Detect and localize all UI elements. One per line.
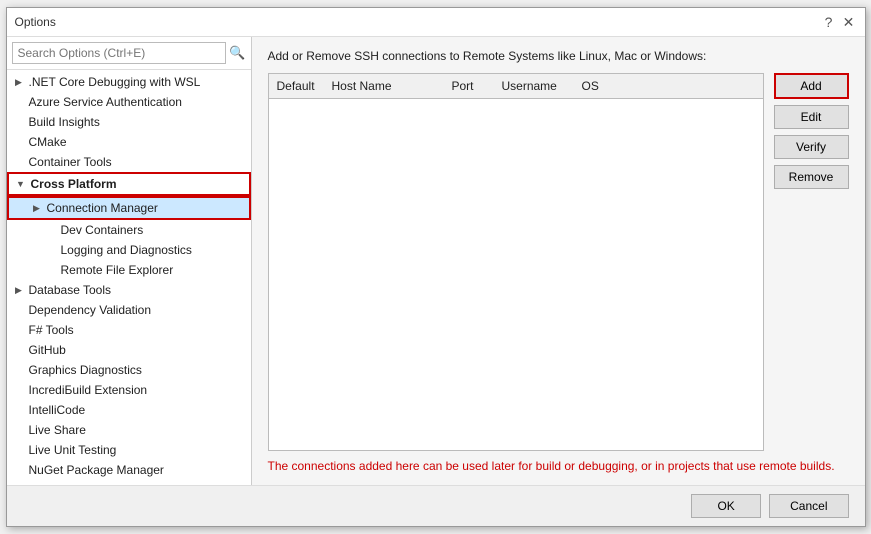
expander-incredibuild: [11, 382, 27, 398]
tree-item-logging-diagnostics[interactable]: Logging and Diagnostics: [7, 240, 251, 260]
tree-label-build-insights: Build Insights: [27, 115, 100, 129]
add-button[interactable]: Add: [774, 73, 849, 99]
connections-table: Default Host Name Port Username OS: [268, 73, 764, 451]
expander-intellicode: [11, 402, 27, 418]
verify-button[interactable]: Verify: [774, 135, 849, 159]
tree-label-cross-platform: Cross Platform: [29, 177, 117, 191]
tree-item-dev-containers[interactable]: Dev Containers: [7, 220, 251, 240]
tree-item-live-share[interactable]: Live Share: [7, 420, 251, 440]
expander-github: [11, 342, 27, 358]
tree-item-container-tools[interactable]: Container Tools: [7, 152, 251, 172]
tree-item-azure-service-auth[interactable]: Azure Service Authentication: [7, 92, 251, 112]
tree-label-dependency: Dependency Validation: [27, 303, 152, 317]
help-button[interactable]: ?: [821, 14, 837, 30]
tree-label-cmake: CMake: [27, 135, 67, 149]
tree-label-live-unit-testing: Live Unit Testing: [27, 443, 117, 457]
col-header-hostname: Host Name: [324, 77, 444, 95]
left-panel: 🔍 .NET Core Debugging with WSL Azure Ser…: [7, 37, 252, 485]
expander-live-unit-testing: [11, 442, 27, 458]
col-header-port: Port: [444, 77, 494, 95]
tree-label-database-tools: Database Tools: [27, 283, 112, 297]
expander-fsharp: [11, 322, 27, 338]
edit-button[interactable]: Edit: [774, 105, 849, 129]
search-box: 🔍: [7, 37, 251, 70]
tree-label-dev-containers: Dev Containers: [59, 223, 144, 237]
ok-button[interactable]: OK: [691, 494, 761, 518]
tree-label-fsharp: F# Tools: [27, 323, 74, 337]
options-dialog: Options ? ✕ 🔍 .NET Core Debugging with W…: [6, 7, 866, 527]
table-body: [269, 99, 763, 450]
tree-label-nuget: NuGet Package Manager: [27, 463, 164, 477]
tree-item-net-core[interactable]: .NET Core Debugging with WSL: [7, 72, 251, 92]
tree-item-database-tools[interactable]: Database Tools: [7, 280, 251, 300]
expander-dev-containers: [43, 222, 59, 238]
tree-item-dependency-validation[interactable]: Dependency Validation: [7, 300, 251, 320]
tree-item-incredibuild[interactable]: IncrediБuild Extension: [7, 380, 251, 400]
dialog-title: Options: [15, 15, 56, 29]
table-header: Default Host Name Port Username OS: [269, 74, 763, 99]
remove-button[interactable]: Remove: [774, 165, 849, 189]
expander-connection-manager: [29, 200, 45, 216]
tree-item-github[interactable]: GitHub: [7, 340, 251, 360]
tree-label-incredibuild: IncrediБuild Extension: [27, 383, 148, 397]
tree-item-build-insights[interactable]: Build Insights: [7, 112, 251, 132]
dialog-footer: OK Cancel: [7, 485, 865, 526]
tree-label-net-core: .NET Core Debugging with WSL: [27, 75, 201, 89]
title-bar: Options ? ✕: [7, 8, 865, 37]
tree-item-cross-platform[interactable]: Cross Platform: [7, 172, 251, 196]
expander-container-tools: [11, 154, 27, 170]
col-header-os: OS: [574, 77, 654, 95]
close-button[interactable]: ✕: [841, 14, 857, 30]
tree-label-github: GitHub: [27, 343, 66, 357]
tree-label-graphics: Graphics Diagnostics: [27, 363, 142, 377]
expander-graphics: [11, 362, 27, 378]
expander-cmake: [11, 134, 27, 150]
col-header-username: Username: [494, 77, 574, 95]
expander-live-share: [11, 422, 27, 438]
tree-label-logging: Logging and Diagnostics: [59, 243, 192, 257]
bottom-note: The connections added here can be used l…: [268, 459, 849, 473]
expander-remote-file: [43, 262, 59, 278]
tree-item-graphics-diagnostics[interactable]: Graphics Diagnostics: [7, 360, 251, 380]
cancel-button[interactable]: Cancel: [769, 494, 848, 518]
tree-item-remote-file-explorer[interactable]: Remote File Explorer: [7, 260, 251, 280]
col-header-default: Default: [269, 77, 324, 95]
right-panel: Add or Remove SSH connections to Remote …: [252, 37, 865, 485]
tree-container: .NET Core Debugging with WSL Azure Servi…: [7, 70, 251, 485]
tree-item-nuget[interactable]: NuGet Package Manager: [7, 460, 251, 480]
expander-azure: [11, 94, 27, 110]
search-input[interactable]: [12, 42, 227, 64]
expander-database-tools: [11, 282, 27, 298]
tree-label-connection-manager: Connection Manager: [45, 201, 158, 215]
expander-logging: [43, 242, 59, 258]
content-area: Default Host Name Port Username OS Add E…: [268, 73, 849, 451]
expander-build-insights: [11, 114, 27, 130]
expander-cross-platform: [13, 176, 29, 192]
tree-item-intellicode[interactable]: IntelliCode: [7, 400, 251, 420]
expander-nuget: [11, 462, 27, 478]
tree-label-intellicode: IntelliCode: [27, 403, 86, 417]
tree-item-connection-manager[interactable]: Connection Manager: [7, 196, 251, 220]
tree-label-live-share: Live Share: [27, 423, 86, 437]
expander-dependency: [11, 302, 27, 318]
search-icon: 🔍: [229, 45, 245, 61]
tree-label-remote-file: Remote File Explorer: [59, 263, 174, 277]
title-bar-controls: ? ✕: [821, 14, 857, 30]
tree-label-container-tools: Container Tools: [27, 155, 112, 169]
dialog-body: 🔍 .NET Core Debugging with WSL Azure Ser…: [7, 37, 865, 485]
tree-label-azure: Azure Service Authentication: [27, 95, 182, 109]
tree-item-live-unit-testing[interactable]: Live Unit Testing: [7, 440, 251, 460]
panel-description: Add or Remove SSH connections to Remote …: [268, 49, 849, 63]
action-buttons: Add Edit Verify Remove: [774, 73, 849, 451]
tree-item-cmake[interactable]: CMake: [7, 132, 251, 152]
expander-net-core: [11, 74, 27, 90]
tree-item-fsharp[interactable]: F# Tools: [7, 320, 251, 340]
